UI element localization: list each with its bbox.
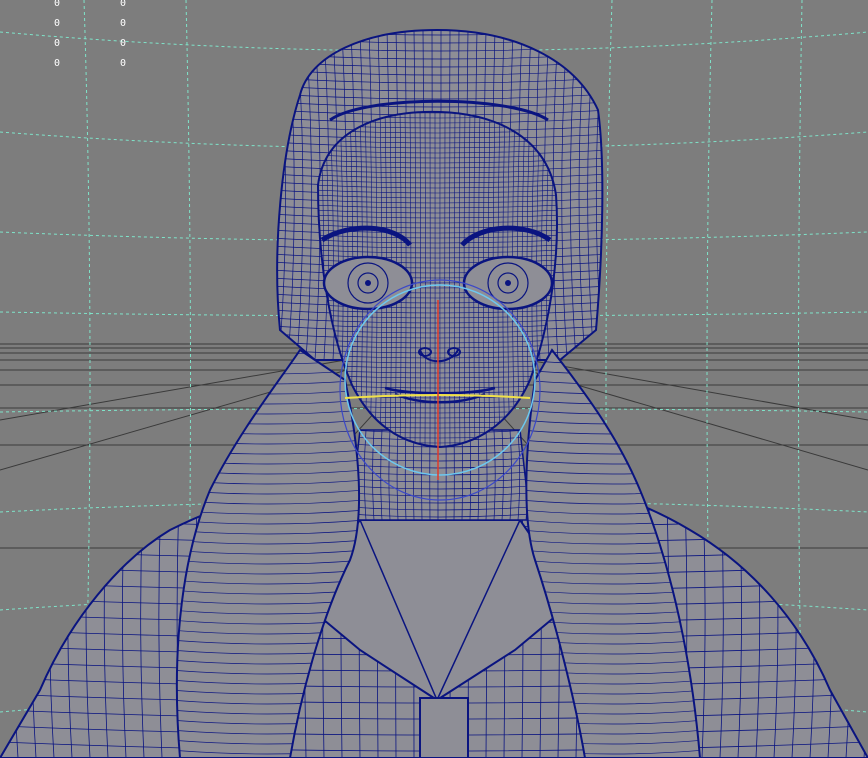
viewport-scene[interactable] xyxy=(0,0,868,758)
hud-column-1: 0 0 0 0 xyxy=(54,0,60,74)
hud-column-2: 0 0 0 0 xyxy=(120,0,126,74)
eye-left[interactable] xyxy=(322,255,414,311)
hud-value: 0 xyxy=(120,18,127,29)
hud-value: 0 xyxy=(54,38,61,49)
hud-value: 0 xyxy=(54,18,61,29)
hud-value: 0 xyxy=(54,58,61,69)
hud-value: 0 xyxy=(120,38,127,49)
3d-viewport[interactable]: 0 0 0 0 0 0 0 0 xyxy=(0,0,868,758)
hud-value: 0 xyxy=(120,58,127,69)
hud-value: 0 xyxy=(120,0,127,9)
hud-value: 0 xyxy=(54,0,61,9)
eye-right[interactable] xyxy=(462,255,554,311)
